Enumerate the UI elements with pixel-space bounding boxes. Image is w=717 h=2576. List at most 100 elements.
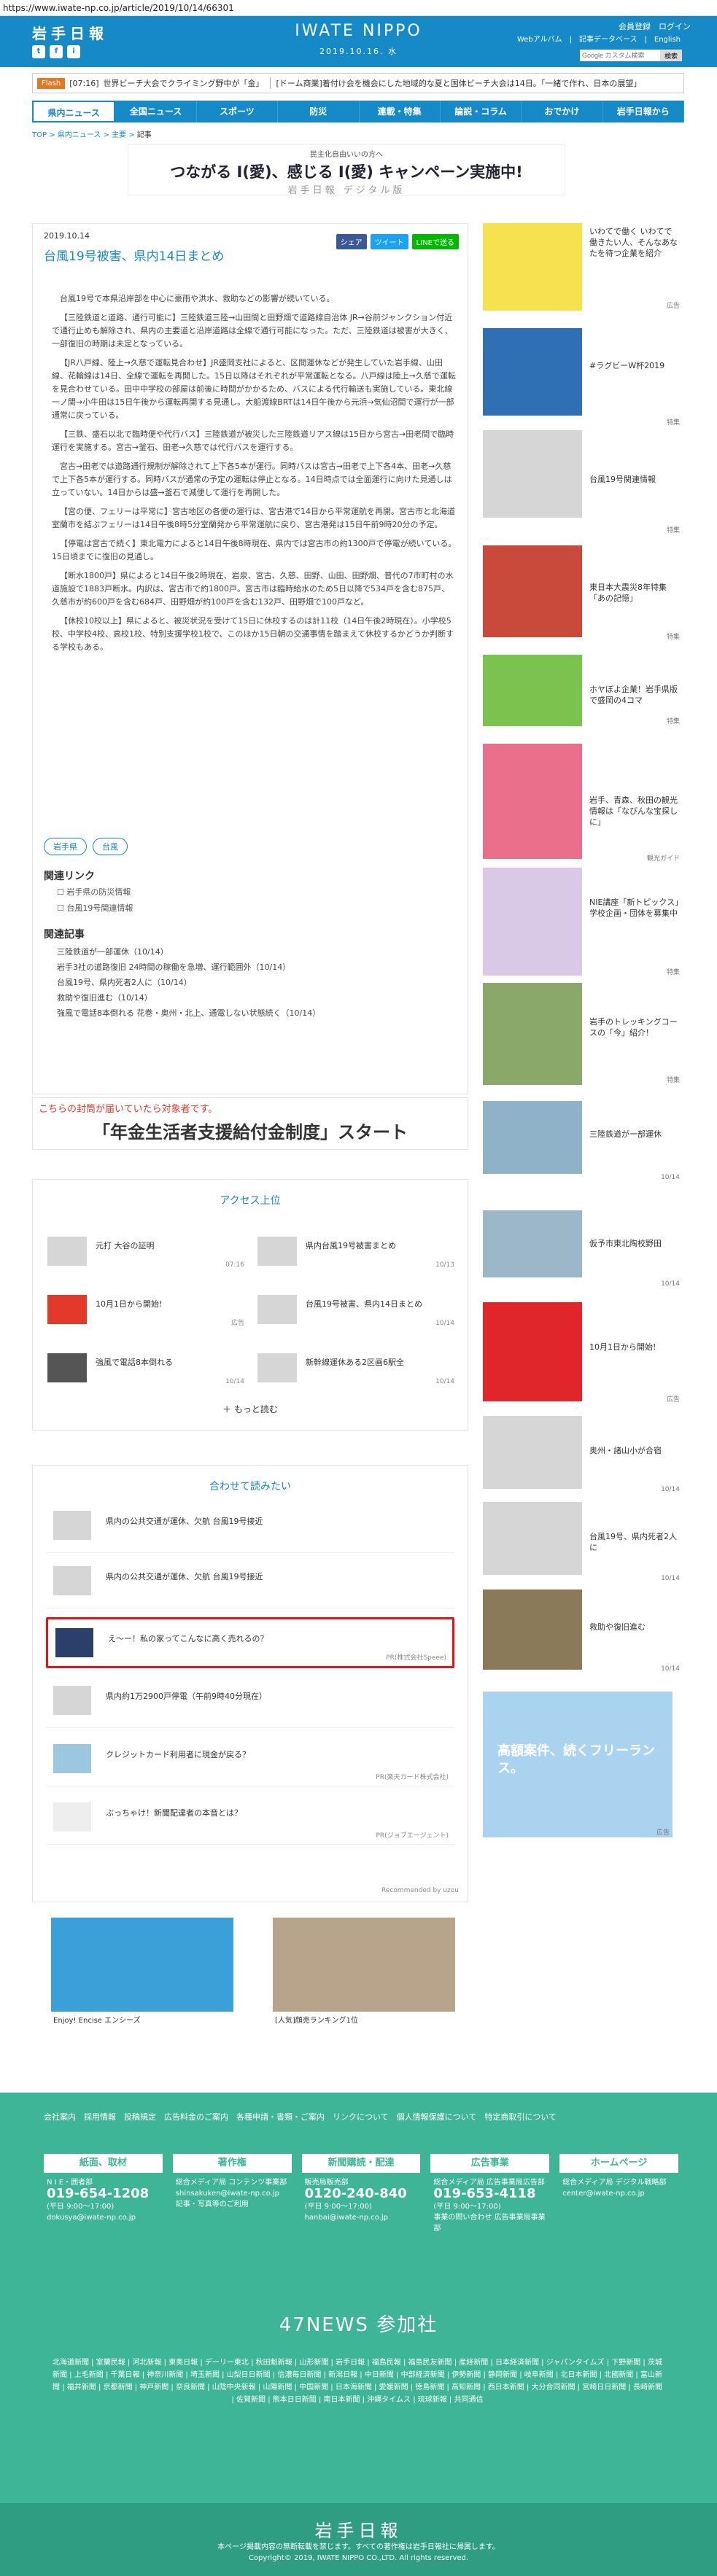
ranking-item[interactable]: 10月1日から開始! 広告	[47, 1288, 244, 1331]
facebook-share-button[interactable]: シェア	[336, 234, 367, 249]
article-paragraph: 【JR八戸線、陸上→久慈で運転見合わせ】JR盛岡支社によると、区間運休などが発生…	[52, 358, 456, 420]
nav-disaster[interactable]: 防災	[278, 101, 360, 122]
related-news-item[interactable]: 三陸鉄道が一部運休（10/14）	[57, 944, 320, 960]
related-news-item[interactable]: 強風で電話8本倒れる 花巻・奥州・北上、通電しない状態続く（10/14）	[57, 1005, 320, 1021]
news-ticker: Flash [07:16] 世界ビーチ大会でクライミング野中が「金」 [ドーム商…	[32, 73, 684, 93]
side-item[interactable]: 台風19号関連情報 特集	[483, 430, 680, 534]
side-item[interactable]: 救助や復旧進む 10/14	[483, 1589, 680, 1677]
search-input[interactable]	[579, 50, 660, 61]
side-item[interactable]: いわてで働く いわてで働きたい人、そんなあなたを待つ企業を紹介 広告	[483, 223, 680, 318]
related-news-item[interactable]: 台風19号、県内死者2人に（10/14）	[57, 975, 320, 990]
header-links[interactable]: Webアルバム | 記事データベース | English	[517, 33, 681, 44]
47news-heading: 47NEWS 参加社	[279, 2314, 438, 2336]
ranking-item[interactable]: 台風19号被害、県内14日まとめ 10/14	[257, 1288, 454, 1331]
ticker-item[interactable]: 世界ビーチ大会でクライミング野中が「金」	[104, 77, 264, 89]
search-box: 検索	[579, 50, 682, 61]
article-paragraph: 【停電は宮古で続く】東北電力によると14日午後8時現在、県内では宮古市の約130…	[52, 539, 457, 561]
ranking-thumb	[257, 1295, 297, 1324]
recommended-item[interactable]: 県内の公共交通が運休、欠航 台風19号接近	[46, 1557, 454, 1608]
tag-typhoon[interactable]: 台風	[93, 838, 128, 855]
side-item[interactable]: 東日本大震災8年特集「あの記憶」 特集	[483, 545, 680, 641]
nav-local-news[interactable]: 県内ニュース	[32, 101, 116, 122]
recommended-item[interactable]: 県内の公共交通が運休、欠航 台風19号接近	[46, 1502, 454, 1553]
ranking-item[interactable]: 県内台風19号被害まとめ 10/13	[257, 1229, 454, 1273]
crumb-local[interactable]: 県内ニュース	[58, 131, 101, 139]
pension-ad-banner[interactable]: こちらの封筒が届いていたら対象者です。 「年金生活者支援給付金制度」スタート	[32, 1097, 468, 1150]
ad-fashion[interactable]: [人気]顔売ランキング1位	[273, 1918, 455, 2027]
auth-links[interactable]: 会員登録 ログイン	[619, 20, 691, 32]
address-bar[interactable]: https://www.iwate-np.co.jp/article/2019/…	[0, 0, 717, 16]
article-title: 台風19号被害、県内14日まとめ	[44, 249, 225, 264]
nav-outing[interactable]: おでかけ	[522, 101, 603, 122]
recommended-item[interactable]: 県内約1万2900戸停電（午前9時40分現在）	[46, 1677, 454, 1728]
phone-number[interactable]: 0120-240-840	[305, 2186, 407, 2201]
related-news-item[interactable]: 岩手3社の道路復旧 24時間の稼働を急増、運行範囲外（10/14）	[57, 960, 320, 975]
ranking-thumb	[47, 1353, 87, 1382]
related-links: ☐ 岩手県の防災情報 ☐ 台風19号関連情報	[57, 884, 133, 917]
bottom-ads: Enjoy! Encise エンシーズ [人気]顔売ランキング1位	[51, 1918, 460, 2034]
side-item[interactable]: 岩手のトレッキングコースの「今」紹介！ 特集	[483, 983, 680, 1092]
nav-opinion[interactable]: 論説・コラム	[441, 101, 522, 122]
article-paragraph: 【断水1800戸】県によると14日午後2時現在、岩泉、宮古、久慈、田野、山田、田…	[52, 571, 454, 607]
line-share-button[interactable]: LINEで送る	[411, 234, 459, 249]
recommended-item-highlighted[interactable]: え〜ー！私の家ってこんなに高く売れるの？ PR(株式会社Speee)	[46, 1617, 454, 1668]
footer-links[interactable]: 会社案内 採用情報 投稿規定 広告料金のご案内 各種申請・書類・ご案内 リンクに…	[44, 2110, 656, 2125]
nav-national-news[interactable]: 全国ニュース	[115, 101, 197, 122]
side-item[interactable]: 岩手、青森、秋田の観光情報は「なびんな宝探しに」 観光ガイド	[483, 744, 680, 863]
search-button[interactable]: 検索	[659, 50, 682, 61]
nav-sports[interactable]: スポーツ	[197, 101, 279, 122]
tweet-button[interactable]: ツイート	[370, 234, 408, 249]
ranking-item[interactable]: 強風で電話8本倒れる 10/14	[47, 1346, 244, 1390]
tag-iwate[interactable]: 岩手県	[44, 838, 87, 855]
side-item[interactable]: 奥州・諸山小が合宿 10/14	[483, 1416, 680, 1496]
copyright: Copyright© 2019, IWATE NIPPO CO.,LTD. Al…	[248, 2554, 469, 2562]
breadcrumb: TOP > 県内ニュース > 主要 > 記事	[32, 131, 152, 139]
ranking-item[interactable]: 新幹線運休ある2区画6駅全 10/14	[257, 1346, 454, 1390]
footer-notice: 本ページ掲載内容の無断転載を禁じます。すべての著作権は岩手日報社に帰属します。	[217, 2543, 500, 2551]
crumb-top[interactable]: TOP	[32, 131, 47, 139]
side-item[interactable]: #ラグビーW杯2019 特集	[483, 328, 680, 427]
banner-small: 民主化自由いいの方へ	[310, 151, 383, 159]
related-link[interactable]: ☐ 岩手県の防災情報	[57, 884, 133, 900]
side-item[interactable]: 仮予市東北陶校野田 10/14	[483, 1210, 680, 1291]
side-item[interactable]: 10月1日から開始! 広告	[483, 1302, 680, 1404]
nav-from-iwate-nippo[interactable]: 岩手日報から	[603, 101, 684, 122]
phone-number[interactable]: 019-653-4118	[433, 2186, 535, 2201]
related-news-item[interactable]: 救助や復旧進む（10/14）	[57, 990, 320, 1005]
footer-logo[interactable]: 岩手日報	[0, 2503, 717, 2542]
article-paragraph: 【宮の便、フェリーは平常に】宮古地区の各便の運行は、宮古港で14日から平常運航を…	[52, 507, 455, 529]
crumb-main[interactable]: 主要	[112, 131, 126, 139]
footer-contact-col: 新聞購読・配達 販売局販売部 0120-240-840 (平日 9:00～17:00)…	[301, 2154, 421, 2238]
footer-contact-col: 広告事業 総合メディア局 広告事業局広告部 019-653-4118 (平日 9:00…	[430, 2154, 550, 2238]
side-ad-freelance[interactable]: 高額案件、続くフリーランス。 広告	[483, 1692, 680, 1845]
access-ranking: アクセス上位 元打 大谷の証明 07:16 県内台風19号被害まとめ 10/13 1…	[32, 1179, 468, 1431]
partner-papers[interactable]: 北海道新聞 | 室蘭民報 | 河北新報 | 東奥日報 | デーリー東北 | 秋田…	[51, 2357, 664, 2406]
side-item[interactable]: ホヤぼよ企業！岩手県版で盛岡の4コマ 特集	[483, 655, 680, 735]
main-nav: 県内ニュース 全国ニュース スポーツ 防災 連載・特集 論説・コラム おでかけ …	[32, 101, 684, 122]
recommended-articles: 合わせて読みたい 県内の公共交通が運休、欠航 台風19号接近 県内の公共交通が運…	[32, 1465, 468, 1902]
related-link[interactable]: ☐ 台風19号関連情報	[57, 900, 133, 917]
campaign-banner[interactable]: 民主化自由いいの方へ つながる I(愛)、感じる I(愛) キャンペーン実施中!…	[128, 144, 565, 196]
article-body: 台風19号で本県沿岸部を中心に豪雨や洪水、救助などの影響が続いている。 【三陸鉄…	[52, 292, 457, 660]
nav-features[interactable]: 連載・特集	[360, 101, 441, 122]
recommended-item[interactable]: ぶっちゃけ！新聞配達者の本音とは？ PR(ジョブエージェント)	[46, 1794, 454, 1845]
banner-logo: 岩手日報 デジタル版	[287, 185, 406, 196]
footer-contact-col: ホームページ 総合メディア局 デジタル戦略部 center@iwate-np.co.…	[559, 2154, 678, 2238]
footer-contact-col: 著作権 総合メディア局 コンテンツ事業部 shinsakuken@iwate-np.…	[172, 2154, 292, 2238]
article-paragraph: 【休校10校以上】県によると、被災状況を受けて15日に休校するのは計11校（14…	[52, 616, 454, 652]
side-item[interactable]: 三陸鉄道が一部運休 10/14	[483, 1101, 680, 1181]
ticker-badge: Flash	[37, 77, 66, 89]
side-item[interactable]: NIE講座「新トピックス」学校企画・団体を募集中 特集	[483, 868, 680, 977]
recommended-item[interactable]: クレジットカード利用者に現金が戻る？ PR(楽天カード株式会社)	[46, 1735, 454, 1786]
phone-number[interactable]: 019-654-1208	[47, 2186, 149, 2201]
more-button[interactable]: ＋ もっと読む	[33, 1403, 468, 1415]
ticker-item[interactable]: [ドーム商業]着付け会を機会にした地域的な夏と国体ビーチ大会は14日。「一緒で作…	[276, 77, 642, 89]
side-item[interactable]: 台風19号、県内死者2人に 10/14	[483, 1502, 680, 1582]
related-news: 三陸鉄道が一部運休（10/14） 岩手3社の道路復旧 24時間の稼働を急増、運行…	[57, 944, 320, 1021]
banner-main: つながる I(愛)、感じる I(愛) キャンペーン実施中!	[170, 163, 523, 181]
footer-contact-col: 紙面、取材 N I E・囲者部 019-654-1208 (平日 9:00～17:00…	[44, 2154, 163, 2238]
recommend-credit[interactable]: Recommended by uzou	[381, 1887, 459, 1894]
ranking-item[interactable]: 元打 大谷の証明 07:16	[47, 1229, 244, 1273]
ticker-divider	[269, 77, 271, 89]
ad-encise[interactable]: Enjoy! Encise エンシーズ	[51, 1918, 233, 2027]
